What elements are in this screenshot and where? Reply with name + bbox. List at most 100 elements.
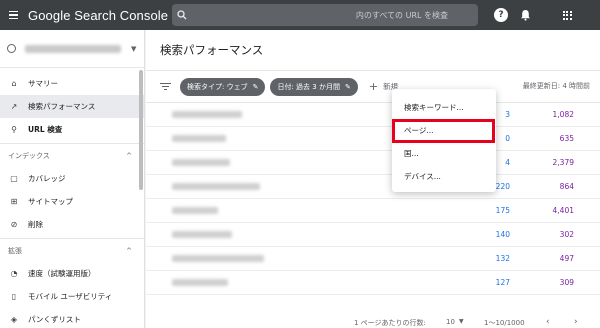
section-label: 拡張 <box>8 246 22 255</box>
app-title[interactable]: Google Search Console <box>28 8 168 23</box>
table-row[interactable]: 140 302 <box>146 223 600 247</box>
url-inspect-search[interactable]: 内のすべての URL を検査 <box>172 4 478 26</box>
sidebar-item-summary[interactable]: ⌂ サマリー <box>0 72 144 95</box>
next-page-icon[interactable]: › <box>574 317 578 327</box>
clicks-value: 4 <box>505 158 510 167</box>
chevron-down-icon: ▼ <box>131 44 137 53</box>
blurred-query <box>172 135 226 142</box>
coverage-icon: ▢ <box>10 174 18 183</box>
clicks-value: 140 <box>495 230 510 239</box>
table-row[interactable]: 4 2,379 <box>146 151 600 175</box>
prev-page-icon[interactable]: ‹ <box>546 317 550 327</box>
sidebar-scrollbar[interactable] <box>139 70 143 190</box>
search-placeholder: 内のすべての URL を検査 <box>355 10 448 20</box>
chip-label: 検索タイプ: ウェブ <box>187 82 248 91</box>
page-range: 1〜10/1000 <box>484 319 525 327</box>
page-title: 検索パフォーマンス <box>146 30 600 71</box>
property-selector[interactable]: ▼ <box>0 30 144 68</box>
chevron-up-icon: ^ <box>126 246 132 255</box>
chevron-down-icon[interactable]: ▼ <box>459 318 464 325</box>
blurred-query <box>172 207 218 214</box>
sidebar-item-breadcrumbs[interactable]: ◈ パンくずリスト <box>0 308 144 328</box>
clicks-value: 175 <box>495 206 510 215</box>
table-row[interactable]: 175 4,401 <box>146 199 600 223</box>
table-row[interactable]: 0 635 <box>146 127 600 151</box>
menu-icon[interactable] <box>4 0 22 30</box>
results-table: 3 1,082 0 635 4 2,379 220 864 175 4,401 … <box>146 103 600 295</box>
last-updated: 最終更新日: 4 時間前 <box>522 82 590 90</box>
search-icon: ⚲ <box>11 125 17 134</box>
mobile-icon: ▯ <box>11 292 17 301</box>
chevron-up-icon: ^ <box>126 151 132 160</box>
blurred-query <box>172 279 228 286</box>
blurred-query <box>172 231 232 238</box>
impressions-value: 2,379 <box>552 158 574 167</box>
chip-date[interactable]: 日付: 過去 3 か月間 ✎ <box>270 77 358 96</box>
search-icon <box>172 10 192 20</box>
section-index[interactable]: インデックス ^ <box>0 143 144 167</box>
filter-icon[interactable] <box>158 82 172 92</box>
filter-bar: 検索タイプ: ウェブ ✎ 日付: 過去 3 か月間 ✎ + 新規 最終更新日: … <box>146 71 600 103</box>
pagination: 1 ページあたりの行数: 10 ▼ 1〜10/1000 ‹ › <box>146 317 600 328</box>
clicks-value: 220 <box>495 182 510 191</box>
sidebar-item-label: サマリー <box>28 79 58 88</box>
sidebar-item-speed[interactable]: ◔ 速度（試験運用版） <box>0 262 144 285</box>
blurred-query <box>172 183 260 190</box>
property-icon <box>7 44 16 53</box>
clicks-value: 0 <box>505 134 510 143</box>
rows-per-page-select[interactable]: 10 <box>446 318 455 326</box>
sidebar-item-label: モバイル ユーザビリティ <box>28 292 113 301</box>
sidebar-item-label: 速度（試験運用版） <box>28 269 96 278</box>
apps-grid-icon[interactable] <box>560 8 574 22</box>
main-panel: 検索パフォーマンス 検索タイプ: ウェブ ✎ 日付: 過去 3 か月間 ✎ + … <box>146 30 600 328</box>
trending-icon: ↗ <box>10 102 18 111</box>
clicks-value: 132 <box>495 254 510 263</box>
table-row[interactable]: 127 309 <box>146 271 600 295</box>
help-icon[interactable]: ? <box>494 8 508 22</box>
sidebar-item-label: サイトマップ <box>28 197 73 206</box>
rows-per-page-label: 1 ページあたりの行数: <box>354 319 426 327</box>
speed-icon: ◔ <box>10 269 18 278</box>
sitemap-icon: ⊞ <box>10 197 18 206</box>
property-name-blurred <box>25 44 121 53</box>
table-row[interactable]: 3 1,082 <box>146 103 600 127</box>
impressions-value: 497 <box>559 254 574 263</box>
table-row[interactable]: 132 497 <box>146 247 600 271</box>
sidebar-item-label: 検索パフォーマンス <box>28 102 96 111</box>
blurred-query <box>172 111 242 118</box>
sidebar-item-url-inspection[interactable]: ⚲ URL 検査 <box>0 118 144 141</box>
sidebar-item-performance[interactable]: ↗ 検索パフォーマンス <box>0 95 144 118</box>
section-enhancements[interactable]: 拡張 ^ <box>0 238 144 262</box>
sidebar-item-removals[interactable]: ⊘ 削除 <box>0 213 144 236</box>
sidebar-item-label: カバレッジ <box>28 174 66 183</box>
sidebar-item-label: URL 検査 <box>28 125 63 134</box>
plus-icon: + <box>368 80 379 93</box>
section-label: インデックス <box>8 151 50 160</box>
impressions-value: 1,082 <box>552 110 574 119</box>
clicks-value: 3 <box>505 110 510 119</box>
home-icon: ⌂ <box>11 79 17 88</box>
bell-icon[interactable] <box>518 8 532 22</box>
impressions-value: 4,401 <box>552 206 574 215</box>
menu-item-query[interactable]: 検索キーワード... <box>392 96 496 119</box>
menu-item-country[interactable]: 国... <box>392 142 496 165</box>
chip-label: 日付: 過去 3 か月間 <box>277 82 340 91</box>
sidebar-item-label: パンくずリスト <box>28 315 81 324</box>
top-bar: Google Search Console 内のすべての URL を検査 ? <box>0 0 600 30</box>
impressions-value: 635 <box>559 134 574 143</box>
edit-icon: ✎ <box>252 82 259 91</box>
impressions-value: 864 <box>559 182 574 191</box>
sidebar-item-coverage[interactable]: ▢ カバレッジ <box>0 167 144 190</box>
impressions-value: 309 <box>559 278 574 287</box>
table-row[interactable]: 220 864 <box>146 175 600 199</box>
blurred-query <box>172 159 230 166</box>
menu-item-device[interactable]: デバイス... <box>392 165 496 188</box>
breadcrumb-icon: ◈ <box>10 315 18 324</box>
chip-search-type[interactable]: 検索タイプ: ウェブ ✎ <box>180 77 266 96</box>
sidebar: ▼ ⌂ サマリー ↗ 検索パフォーマンス ⚲ URL 検査 インデックス ^ ▢… <box>0 30 145 328</box>
sidebar-item-sitemaps[interactable]: ⊞ サイトマップ <box>0 190 144 213</box>
sidebar-item-mobile-usability[interactable]: ▯ モバイル ユーザビリティ <box>0 285 144 308</box>
sidebar-item-label: 削除 <box>28 220 43 229</box>
removal-icon: ⊘ <box>10 220 18 229</box>
clicks-value: 127 <box>495 278 510 287</box>
